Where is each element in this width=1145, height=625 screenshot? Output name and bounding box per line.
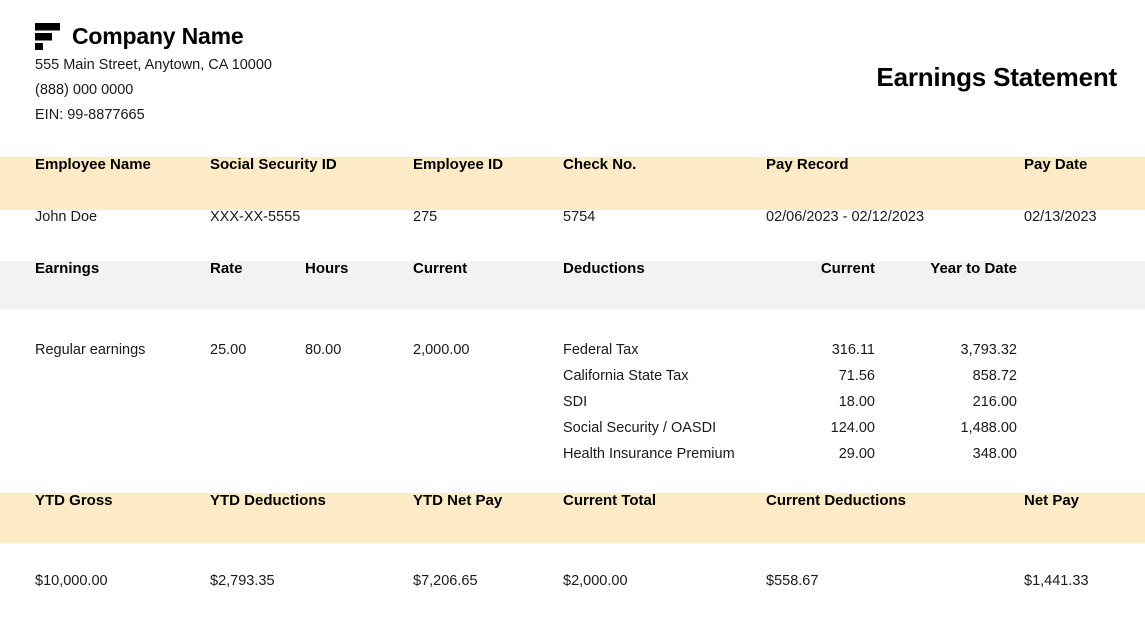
summary-header-row: YTD Gross YTD Deductions YTD Net Pay Cur… <box>0 493 1145 543</box>
deduction-row-label: Social Security / OASDI <box>563 421 716 436</box>
col-header-pay-date: Pay Date <box>1024 157 1087 172</box>
col-header-current-total: Current Total <box>563 493 656 508</box>
deduction-row-ytd: 216.00 <box>880 395 1017 410</box>
col-header-ytd-gross: YTD Gross <box>35 493 113 508</box>
employee-info-value-row: John Doe XXX-XX-5555 275 5754 02/06/2023… <box>0 210 1145 261</box>
deduction-row-label: California State Tax <box>563 369 688 384</box>
deduction-row-current: 71.56 <box>700 369 875 384</box>
col-header-check-no: Check No. <box>563 157 636 172</box>
col-header-deductions: Deductions <box>563 261 645 276</box>
value-employee-name: John Doe <box>35 210 97 225</box>
deduction-row-current: 29.00 <box>700 447 875 462</box>
col-header-ytd-deductions: YTD Deductions <box>210 493 326 508</box>
company-address: 555 Main Street, Anytown, CA 10000 <box>35 53 272 78</box>
value-social-security-id: XXX-XX-5555 <box>210 210 300 225</box>
deduction-row-current: 18.00 <box>700 395 875 410</box>
deduction-row-ytd: 3,793.32 <box>880 343 1017 358</box>
earnings-statement-page: Company Name 555 Main Street, Anytown, C… <box>0 0 1145 624</box>
earnings-row-current: 2,000.00 <box>413 343 469 358</box>
value-ytd-gross: $10,000.00 <box>35 574 108 589</box>
page-title: Earnings Statement <box>876 62 1117 93</box>
earnings-deductions-header-row: Earnings Rate Hours Current Deductions C… <box>0 261 1145 309</box>
col-header-employee-name: Employee Name <box>35 157 151 172</box>
deduction-row-label: SDI <box>563 395 587 410</box>
company-title-row: Company Name <box>35 22 272 50</box>
value-current-deductions: $558.67 <box>766 574 818 589</box>
earnings-row-rate: 25.00 <box>210 343 246 358</box>
deduction-row-current: 316.11 <box>700 343 875 358</box>
value-ytd-deductions: $2,793.35 <box>210 574 275 589</box>
col-header-pay-record: Pay Record <box>766 157 849 172</box>
value-current-total: $2,000.00 <box>563 574 628 589</box>
value-pay-date: 02/13/2023 <box>1024 210 1097 225</box>
company-info-block: Company Name 555 Main Street, Anytown, C… <box>35 22 272 128</box>
company-phone: (888) 000 0000 <box>35 78 272 103</box>
deduction-row-ytd: 858.72 <box>880 369 1017 384</box>
deduction-row-ytd: 1,488.00 <box>880 421 1017 436</box>
col-header-net-pay: Net Pay <box>1024 493 1079 508</box>
col-header-current-earnings: Current <box>413 261 467 276</box>
col-header-current-deductions: Current Deductions <box>766 493 906 508</box>
value-check-no: 5754 <box>563 210 595 225</box>
deduction-row-current: 124.00 <box>700 421 875 436</box>
col-header-ytd-net-pay: YTD Net Pay <box>413 493 502 508</box>
value-employee-id: 275 <box>413 210 437 225</box>
earnings-row-hours: 80.00 <box>305 343 341 358</box>
earnings-deductions-body: Regular earnings 25.00 80.00 2,000.00 Fe… <box>0 309 1145 493</box>
deduction-row-label: Federal Tax <box>563 343 639 358</box>
col-header-employee-id: Employee ID <box>413 157 503 172</box>
value-net-pay: $1,441.33 <box>1024 574 1089 589</box>
col-header-earnings: Earnings <box>35 261 99 276</box>
earnings-row-label: Regular earnings <box>35 343 145 358</box>
col-header-social-security-id: Social Security ID <box>210 157 337 172</box>
employee-info-header-row: Employee Name Social Security ID Employe… <box>0 157 1145 210</box>
summary-value-row: $10,000.00 $2,793.35 $7,206.65 $2,000.00… <box>0 543 1145 625</box>
company-name: Company Name <box>72 25 243 48</box>
value-pay-record: 02/06/2023 - 02/12/2023 <box>766 210 924 225</box>
company-ein: EIN: 99-8877665 <box>35 103 272 128</box>
col-header-hours: Hours <box>305 261 348 276</box>
col-header-deductions-current: Current <box>700 261 875 276</box>
document-header: Company Name 555 Main Street, Anytown, C… <box>0 0 1145 157</box>
col-header-year-to-date: Year to Date <box>880 261 1017 276</box>
deduction-row-ytd: 348.00 <box>880 447 1017 462</box>
three-bar-logo-icon <box>35 22 61 50</box>
value-ytd-net-pay: $7,206.65 <box>413 574 478 589</box>
col-header-rate: Rate <box>210 261 243 276</box>
